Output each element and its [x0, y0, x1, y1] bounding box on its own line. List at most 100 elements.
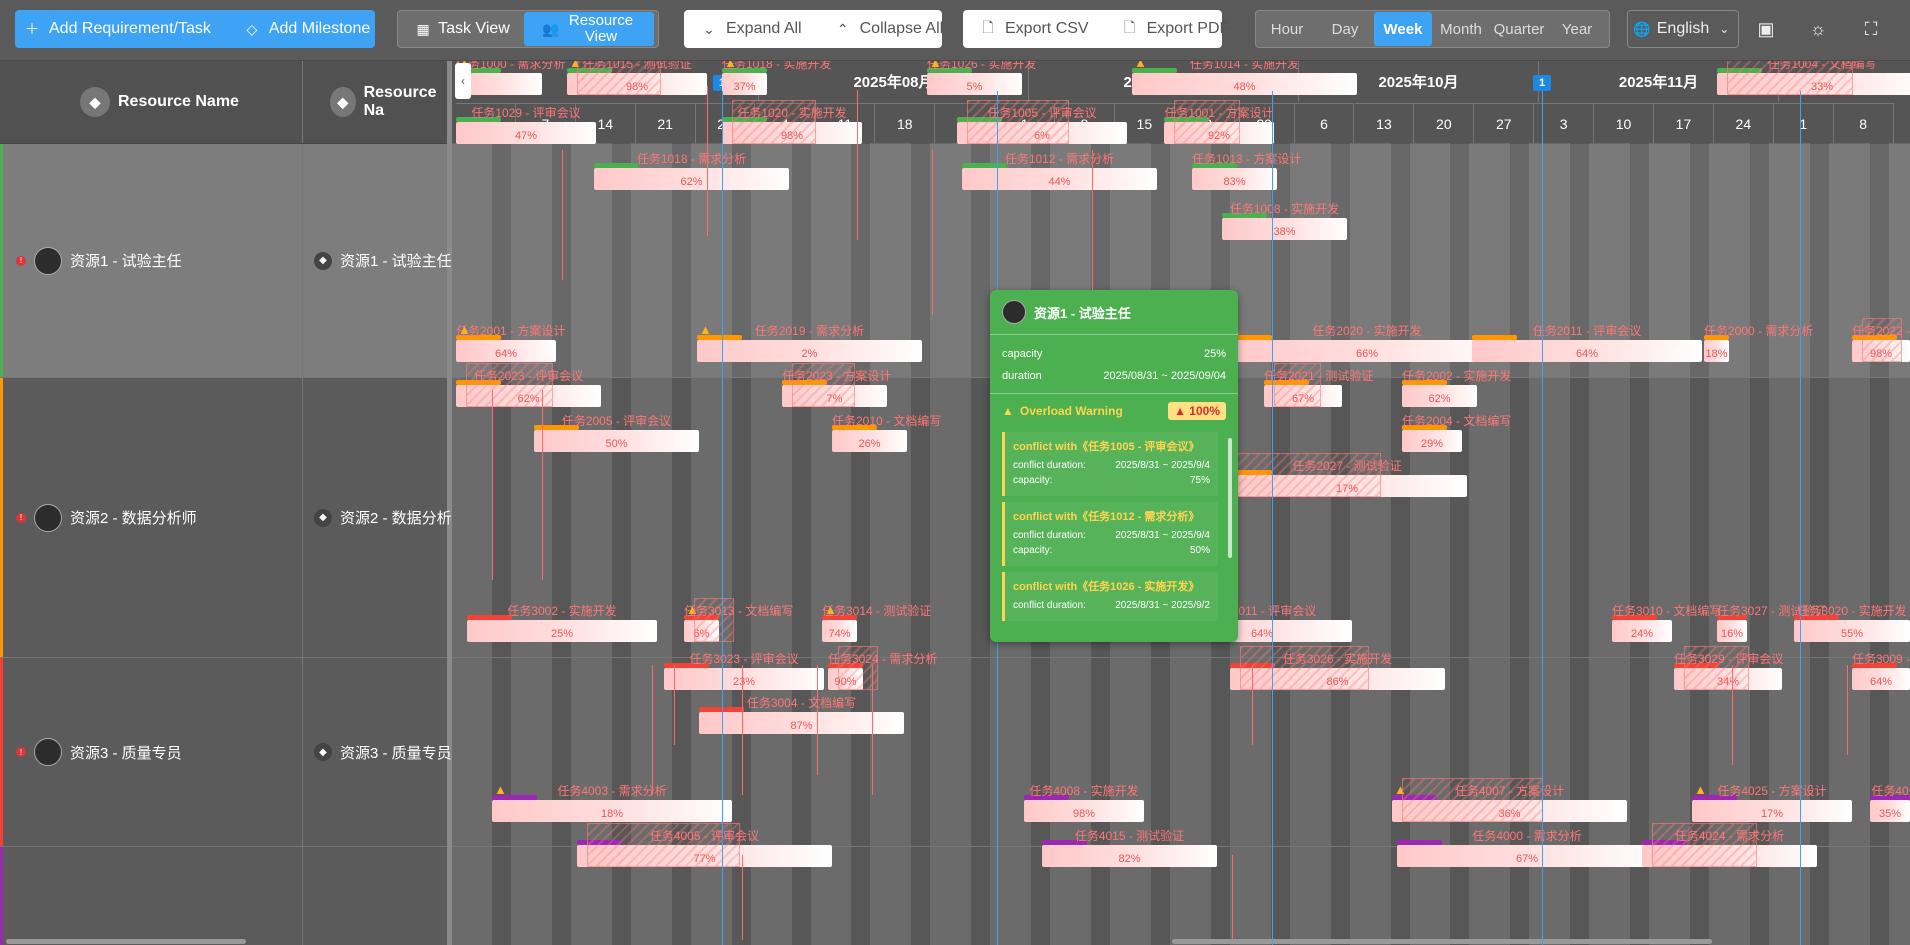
task-bar[interactable]: 任务1018 - 实施开发▲37% [722, 61, 831, 95]
export-pdf-button[interactable]: 🗋 Export PDF [1113, 19, 1238, 38]
task-name: 任务1013 - 方案设计 [1192, 152, 1302, 166]
task-bar[interactable]: 任务2000 - 需求分析 18% [1704, 324, 1813, 362]
task-bar[interactable]: 任务3010 - 文档编写 24% [1612, 604, 1721, 642]
duration-value: 2025/08/31 ~ 2025/09/04 [1103, 370, 1226, 382]
week-label: 27 [1474, 103, 1535, 143]
task-name: 任务4008 - 实施开发 [1029, 784, 1139, 798]
tooltip-scrollbar[interactable] [1228, 438, 1232, 558]
conflict-item: conflict with《任务1026 - 实施开发》 conflict du… [1002, 572, 1218, 621]
grid-header-resource-name-2: ◆ Resource Na [330, 61, 447, 143]
scale-day-button[interactable]: Day [1316, 12, 1374, 46]
task-name: 任务2002 - 实施开发 [1402, 369, 1512, 383]
column-divider[interactable] [302, 61, 303, 143]
task-bar[interactable]: 任务2019 - 需求分析 ▲ 2% [697, 322, 922, 362]
task-bar[interactable]: 任务1012 - 需求分析 44% [962, 152, 1157, 190]
task-bar[interactable]: 任务1029 - 评审会议 47% [456, 106, 596, 144]
conflict-capacity-label: capacity: [1013, 475, 1053, 486]
task-bar[interactable]: 任务4000 - 需求分析 67% [1397, 829, 1657, 867]
gantt-scrollbar[interactable] [1172, 939, 1712, 944]
task-progress: 55% [1840, 628, 1864, 640]
task-progress: 2% [801, 348, 818, 360]
resource-row[interactable] [0, 847, 447, 945]
users-icon: 👥 [542, 21, 560, 37]
scale-week-button[interactable]: Week [1374, 12, 1432, 46]
task-progress: 64% [1869, 676, 1893, 688]
week-label: 18 [875, 103, 936, 143]
conflict-marker-line [674, 665, 675, 745]
task-bar[interactable]: 任务3023 - 评审会议 23% [664, 652, 824, 690]
fullscreen-icon[interactable]: ⛶ [1856, 14, 1886, 44]
resource-row[interactable]: ! 资源3 - 质量专员 ◆ 资源3 - 质量专员 [0, 658, 452, 847]
export-group: 🗋 Export CSV 🗋 Export PDF [963, 10, 1229, 48]
scale-hour-button[interactable]: Hour [1258, 12, 1316, 46]
task-bar[interactable]: 任务2002 - 实施开发 62% [1402, 369, 1511, 407]
grid-scrollbar[interactable] [6, 939, 246, 944]
conflict-marker-line [562, 150, 563, 280]
calendar-icon[interactable]: ▣ [1751, 14, 1781, 44]
milestone-flag[interactable]: 1 [1533, 75, 1551, 91]
task-bar[interactable]: 任务1026 - 实施开发 ▲ 5% [927, 61, 1036, 95]
task-bar[interactable]: 任务1018 - 需求分析 62% [594, 152, 789, 190]
resource-tooltip: 资源1 - 试验主任 capacity 25% duration 2025/08… [990, 290, 1238, 642]
milestone-line [1272, 91, 1273, 945]
task-bar[interactable]: 任务4008 - 实施开发 98% [1024, 784, 1144, 822]
conflict-marker-line [542, 390, 543, 580]
collapse-all-button[interactable]: ⌃ Collapse All [826, 20, 952, 38]
fox-icon: ◆ [314, 508, 332, 527]
task-bar[interactable]: 任务2005 - 评审会议 50% [534, 414, 699, 452]
expand-all-button[interactable]: ⌄ Expand All [684, 20, 810, 38]
plus-icon: ＋ [25, 21, 39, 37]
scale-quarter-button[interactable]: Quarter [1490, 12, 1548, 46]
task-progress: 83% [1223, 176, 1246, 188]
task-bar[interactable]: 任务4003 - 需求分析 ▲ 18% [492, 782, 732, 822]
resource-row[interactable]: ! 资源2 - 数据分析师 ◆ 资源2 - 数据分析 [0, 378, 452, 658]
task-progress: 98% [1072, 808, 1096, 820]
task-progress: 67% [1515, 853, 1539, 865]
add-task-label: Add Requirement/Task [49, 20, 211, 37]
language-select[interactable]: 🌐 English ⌄ [1627, 10, 1739, 48]
sun-icon[interactable]: ☼ [1803, 14, 1833, 44]
column-divider [302, 144, 303, 378]
resource-row[interactable]: ! 资源1 - 试验主任 ◆ 资源1 - 试验主任 [0, 144, 452, 378]
collapse-grid-button[interactable]: ‹ [455, 63, 471, 99]
task-progress: 23% [732, 676, 756, 688]
task-view-button[interactable]: ▦ Task View [400, 12, 524, 46]
task-bar[interactable]: 任务3009 - 测试验证 64% [1852, 652, 1910, 690]
task-name: 任务2005 - 评审会议 [561, 414, 672, 428]
task-bar[interactable]: 任务2001 - 方案设计 ▲ 64% [456, 322, 565, 362]
task-bar[interactable]: 任务2004 - 文档编写 29% [1402, 414, 1511, 452]
resource-view-button[interactable]: 👥 Resource View [524, 12, 654, 46]
task-bar[interactable]: 任务2011 - 评审会议 64% [1472, 324, 1702, 362]
task-name: 任务2011 - 评审会议 [1532, 324, 1642, 338]
task-bar[interactable]: 任务3014 - 测试验证 ▲ 74% [822, 602, 931, 642]
milestone-line [1542, 91, 1543, 945]
add-milestone-button[interactable]: ◇ Add Milestone [235, 20, 378, 38]
task-name: 任务2001 - 方案设计 [456, 324, 566, 338]
warning-triangle-icon: ▲ [1694, 782, 1707, 797]
resource-cell-2: ◆ 资源2 - 数据分析 [314, 378, 452, 657]
task-name: 任务40 [1871, 784, 1909, 798]
add-task-button[interactable]: ＋ Add Requirement/Task [15, 20, 219, 38]
task-bar[interactable]: 任务1013 - 方案设计 83% [1192, 152, 1301, 190]
task-bar[interactable]: 任务1014 - 实施开发 ▲ 48% [1132, 61, 1357, 95]
scale-month-button[interactable]: Month [1432, 12, 1490, 46]
task-name: 任务3002 - 实施开发 [507, 604, 617, 618]
task-bar[interactable]: 任务3002 - 实施开发 25% [467, 604, 657, 642]
task-bar[interactable]: 任务4025 - 方案设计 ▲ 17% [1692, 782, 1852, 822]
toolbar: ＋ Add Requirement/Task ◇ Add Milestone ▦… [0, 0, 1910, 61]
task-bar[interactable]: 任务4015 - 测试验证 82% [1042, 829, 1217, 867]
fox-logo-icon: ◆ [330, 87, 356, 117]
task-bar[interactable]: 任务2010 - 文档编写 26% [832, 414, 941, 452]
warning-triangle-icon: ▲ [724, 61, 737, 70]
scale-year-button[interactable]: Year [1548, 12, 1606, 46]
row-accent [0, 658, 3, 846]
task-bar[interactable]: 任务3020 - 实施开发 55% [1794, 604, 1910, 642]
task-bar[interactable]: 任务1008 - 实施开发 38% [1222, 202, 1347, 240]
resource-name: 资源3 - 质量专员 [70, 744, 182, 762]
conflict-marker-line [857, 90, 858, 240]
export-csv-button[interactable]: 🗋 Export CSV [963, 19, 1097, 38]
task-bar[interactable]: 任务3004 - 文档编写 87% [699, 696, 904, 734]
task-bar[interactable]: 任务3027 - 测试验证 16% [1717, 604, 1826, 642]
task-bar[interactable]: 任务40 35% [1870, 784, 1910, 822]
task-bar[interactable]: 任务2020 - 实施开发▲66% [1227, 322, 1507, 362]
